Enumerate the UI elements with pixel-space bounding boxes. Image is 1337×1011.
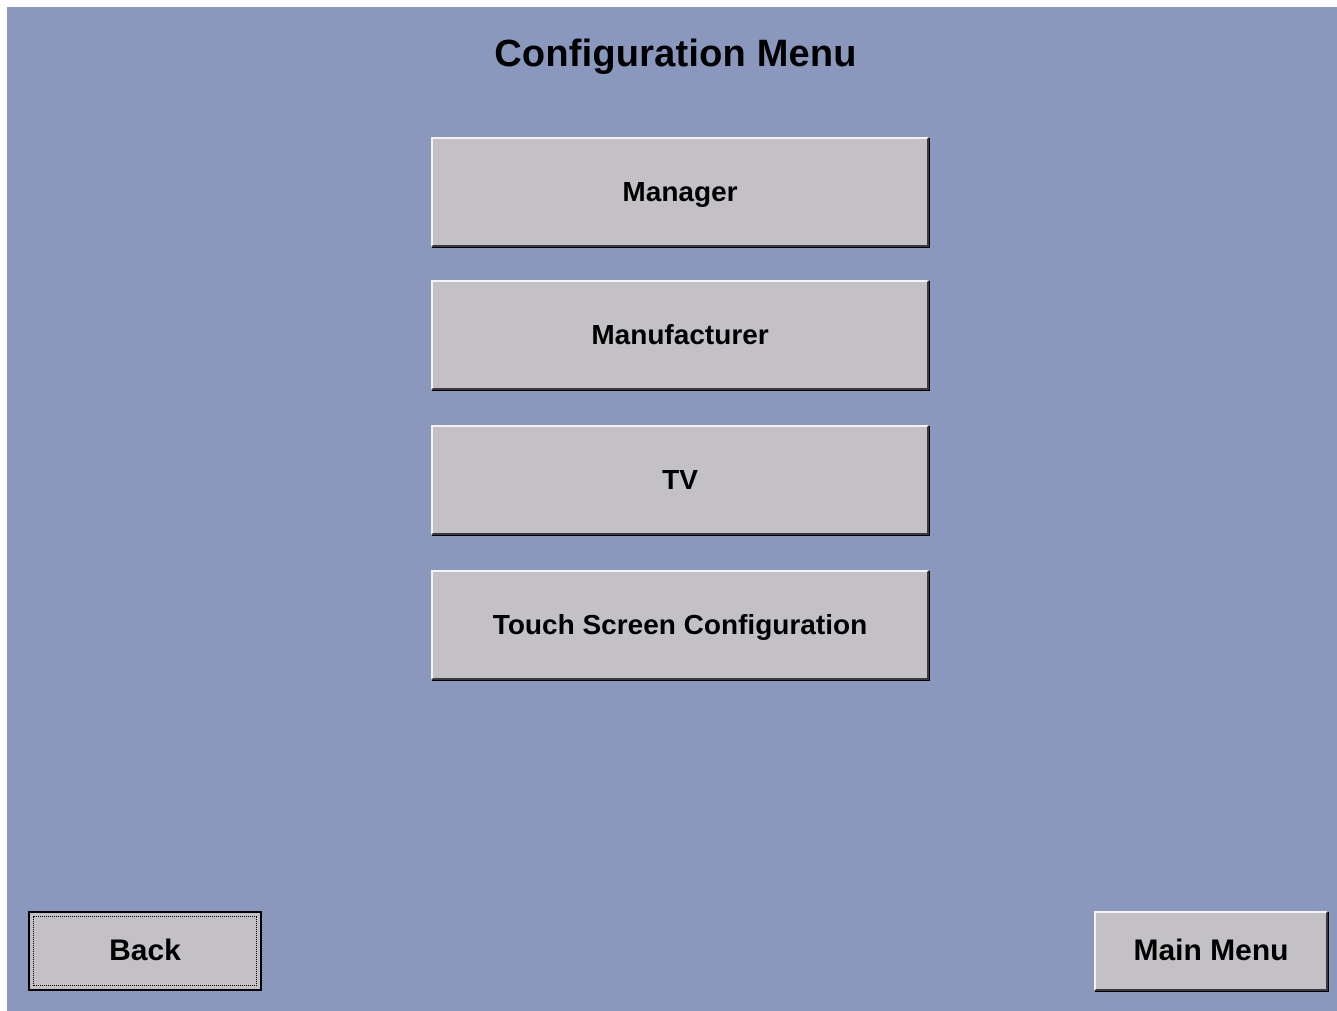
manufacturer-button[interactable]: Manufacturer [431, 280, 929, 390]
main-menu-button[interactable]: Main Menu [1094, 911, 1328, 991]
back-button[interactable]: Back [28, 911, 262, 991]
page-title: Configuration Menu [494, 33, 857, 75]
manager-button[interactable]: Manager [431, 137, 929, 247]
back-button-label: Back [109, 934, 181, 967]
touch-screen-configuration-button-label: Touch Screen Configuration [492, 609, 868, 640]
back-button-focus-outline: Back [33, 916, 257, 986]
manufacturer-button-label: Manufacturer [591, 319, 769, 350]
configuration-screen: Configuration Menu Manager Manufacturer … [7, 7, 1337, 1011]
manager-button-label: Manager [622, 176, 738, 207]
touch-screen-configuration-button[interactable]: Touch Screen Configuration [431, 570, 929, 680]
tv-button[interactable]: TV [431, 425, 929, 535]
main-menu-button-label: Main Menu [1133, 934, 1289, 967]
tv-button-label: TV [662, 464, 698, 495]
